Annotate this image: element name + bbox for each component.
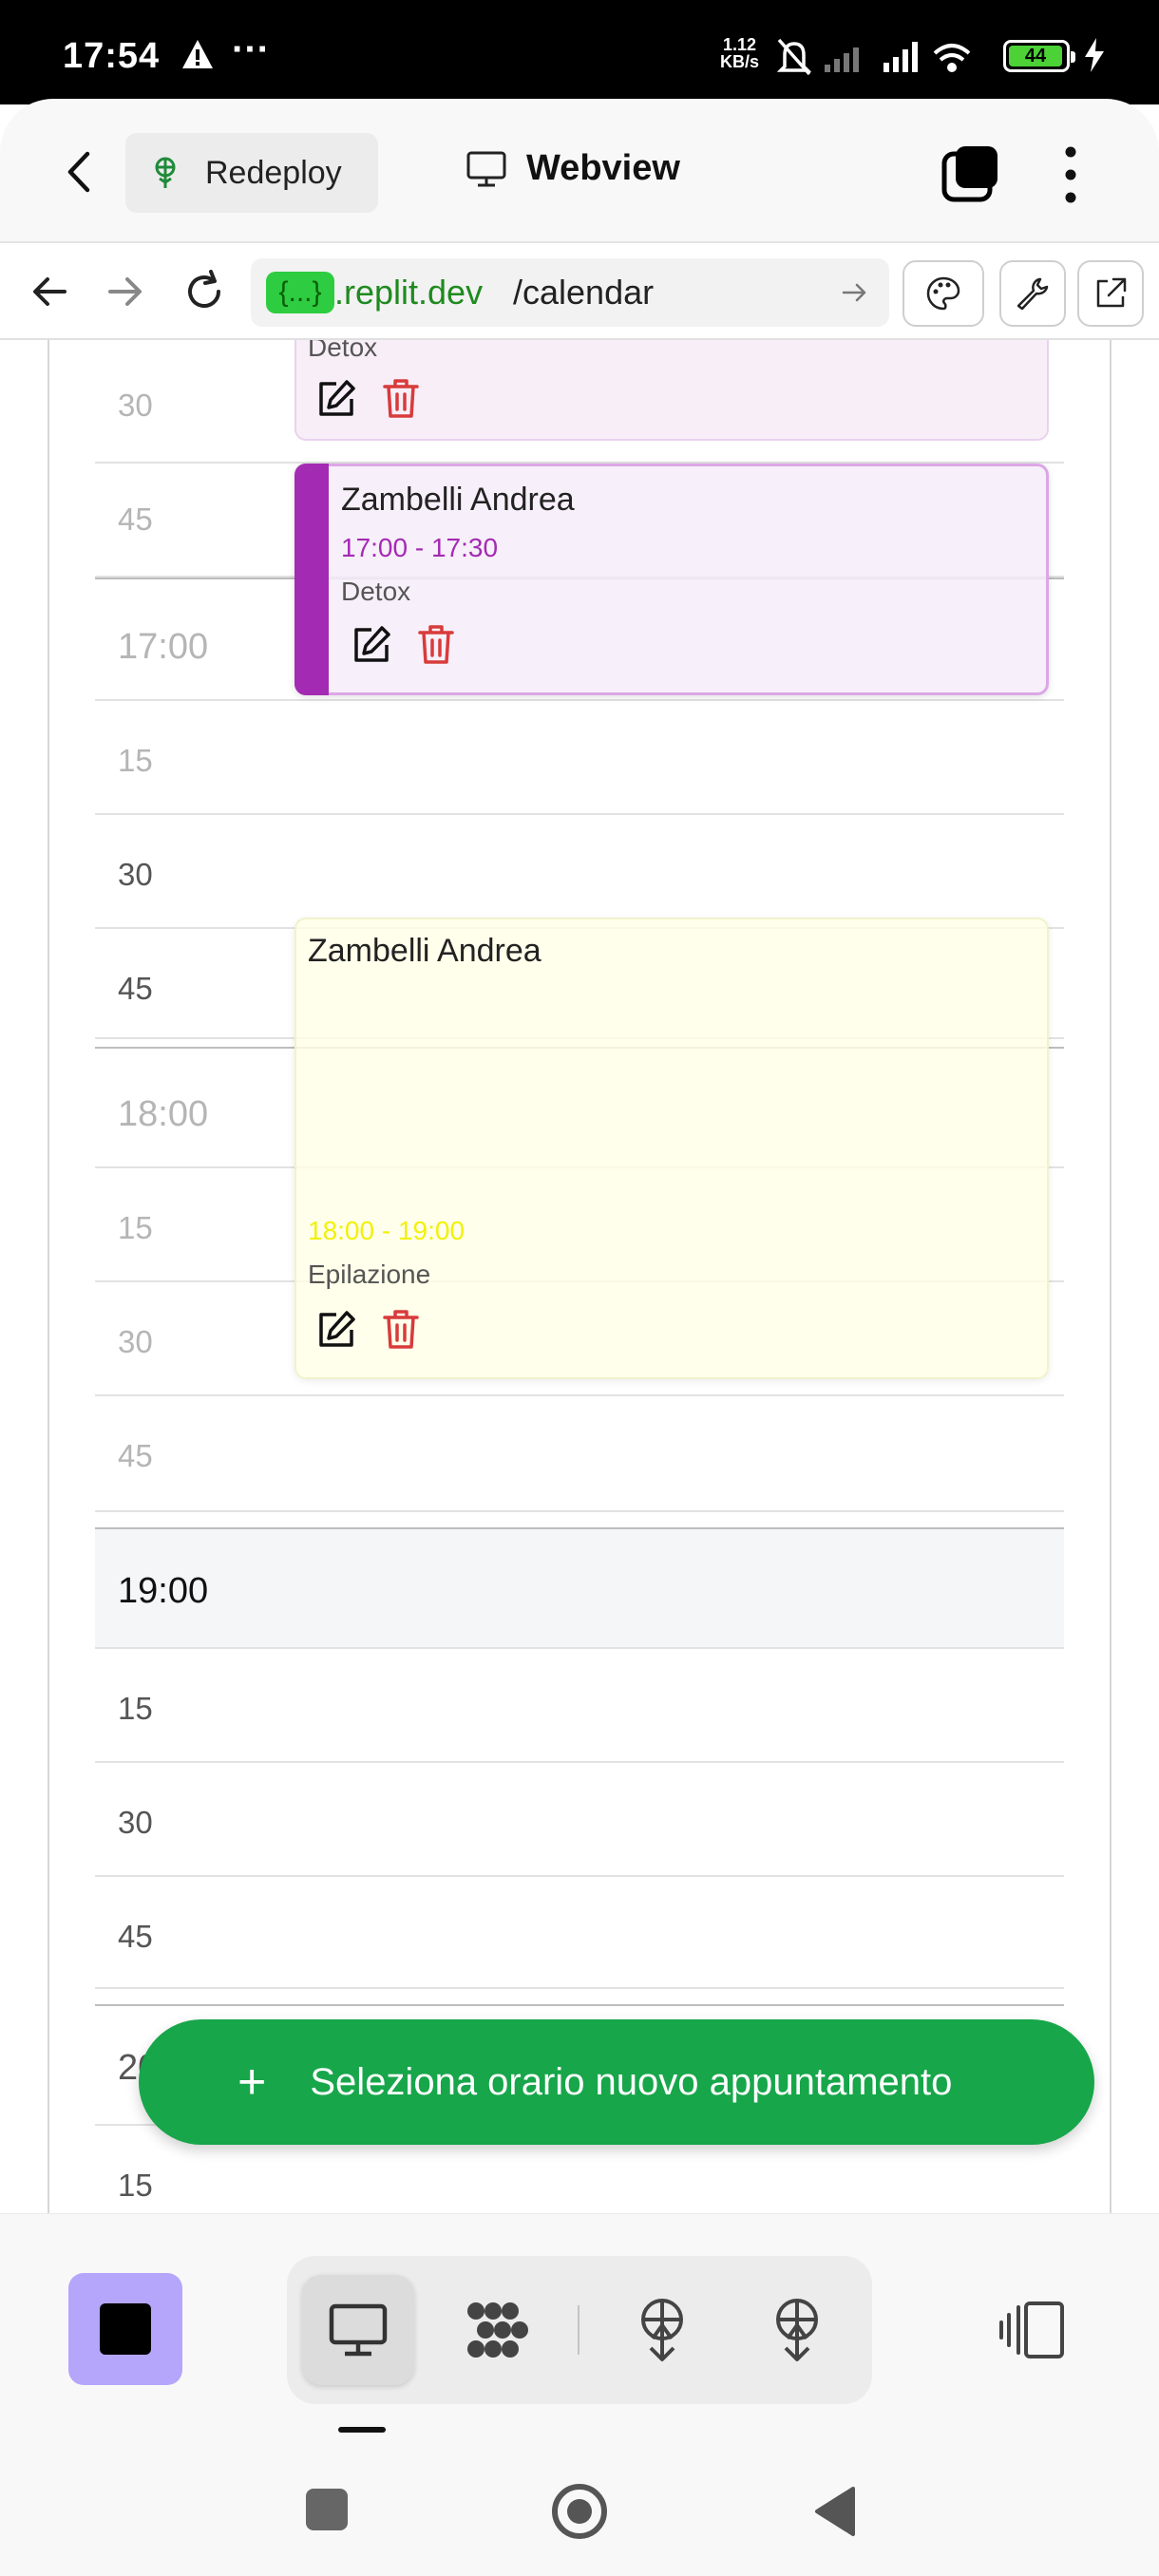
- appointment-card[interactable]: Zambelli Andrea 18:00 - 19:00 Epilazione: [294, 918, 1049, 1379]
- deployments-tab[interactable]: [606, 2275, 718, 2385]
- system-back-button[interactable]: [811, 2483, 859, 2540]
- close-webview-icon[interactable]: [57, 148, 104, 196]
- signal-off-icon: [825, 47, 859, 72]
- deploy-icon: [776, 2299, 818, 2361]
- appointment-color-bar: [294, 464, 329, 695]
- time-slot[interactable]: 45: [95, 1877, 1064, 1989]
- external-link-icon: [1096, 277, 1127, 308]
- agent-icon: [467, 2302, 528, 2358]
- edit-icon[interactable]: [315, 378, 357, 420]
- wrench-icon: [1016, 277, 1049, 311]
- reload-icon[interactable]: [180, 268, 228, 315]
- status-bar: 17:54 ··· 1.12 KB/s 44: [0, 0, 1159, 104]
- active-tab-indicator: [338, 2427, 386, 2433]
- split-view-icon[interactable]: [998, 2300, 1068, 2360]
- redeploy-label: Redeploy: [205, 154, 342, 191]
- app-header: Redeploy Webview: [0, 99, 1159, 243]
- time-slot[interactable]: 30: [95, 1763, 1064, 1877]
- appointment-card[interactable]: Detox: [294, 340, 1049, 441]
- stop-icon: [100, 2303, 151, 2355]
- theme-button[interactable]: [902, 260, 984, 327]
- deploy-icon: [641, 2299, 683, 2361]
- forward-arrow-icon[interactable]: [101, 268, 148, 315]
- wifi-icon: [933, 44, 971, 72]
- battery-icon: 44: [1003, 40, 1075, 72]
- back-arrow-icon[interactable]: [27, 268, 74, 315]
- edit-icon[interactable]: [315, 1309, 357, 1351]
- signal-icon: [884, 42, 918, 72]
- trash-icon[interactable]: [382, 1309, 420, 1351]
- devtools-button[interactable]: [999, 260, 1066, 327]
- pane-switcher: [287, 2256, 872, 2404]
- more-options-icon[interactable]: [1056, 144, 1085, 205]
- trash-icon[interactable]: [417, 624, 455, 666]
- new-appointment-label: Seleziona orario nuovo appuntamento: [310, 2060, 953, 2103]
- time-slot[interactable]: 15: [95, 1649, 1064, 1763]
- calendar-grid: 30 45 17:00 15 30 45 18:00 15 30 45 19:0…: [48, 340, 1112, 2213]
- muted-bell-icon: [776, 38, 812, 76]
- deployments-tab-2[interactable]: [741, 2275, 853, 2385]
- divider: [578, 2305, 580, 2355]
- edit-icon[interactable]: [351, 624, 392, 666]
- monitor-icon: [329, 2303, 388, 2357]
- time-slot[interactable]: 30: [95, 815, 1064, 929]
- more-notifications-icon: ···: [232, 28, 270, 70]
- url-path: /calendar: [500, 272, 655, 313]
- plus-icon: +: [238, 2055, 267, 2110]
- time-slot[interactable]: 15: [95, 701, 1064, 815]
- monitor-icon: [466, 151, 506, 186]
- open-external-button[interactable]: [1077, 260, 1144, 327]
- new-appointment-button[interactable]: + Seleziona orario nuovo appuntamento: [139, 2019, 1094, 2145]
- time-slot[interactable]: 45: [95, 1396, 1064, 1512]
- deploy-icon: [155, 157, 176, 188]
- url-input[interactable]: {...} .replit.dev /calendar: [251, 258, 889, 327]
- status-icons: [776, 38, 971, 76]
- home-button[interactable]: [551, 2483, 608, 2540]
- stop-button[interactable]: [68, 2273, 182, 2385]
- time-slot-current-hour[interactable]: 19:00: [95, 1527, 1064, 1649]
- trash-icon[interactable]: [382, 378, 420, 420]
- go-arrow-icon[interactable]: [840, 277, 870, 308]
- recent-apps-button[interactable]: [306, 2489, 348, 2530]
- agent-tab[interactable]: [443, 2275, 555, 2385]
- charging-icon: [1085, 38, 1104, 72]
- webview-tab[interactable]: [302, 2275, 414, 2385]
- appointment-card[interactable]: Zambelli Andrea 17:00 - 17:30 Detox: [294, 464, 1049, 695]
- url-id-badge: {...}: [266, 272, 334, 313]
- warning-icon: [182, 40, 213, 68]
- page-title: Webview: [466, 148, 680, 189]
- tabs-icon[interactable]: [940, 144, 1001, 205]
- url-bar: {...} .replit.dev /calendar: [0, 245, 1159, 340]
- network-speed: 1.12 KB/s: [720, 35, 760, 71]
- redeploy-button[interactable]: Redeploy: [125, 133, 378, 213]
- palette-icon: [926, 276, 960, 311]
- status-time: 17:54: [63, 36, 161, 76]
